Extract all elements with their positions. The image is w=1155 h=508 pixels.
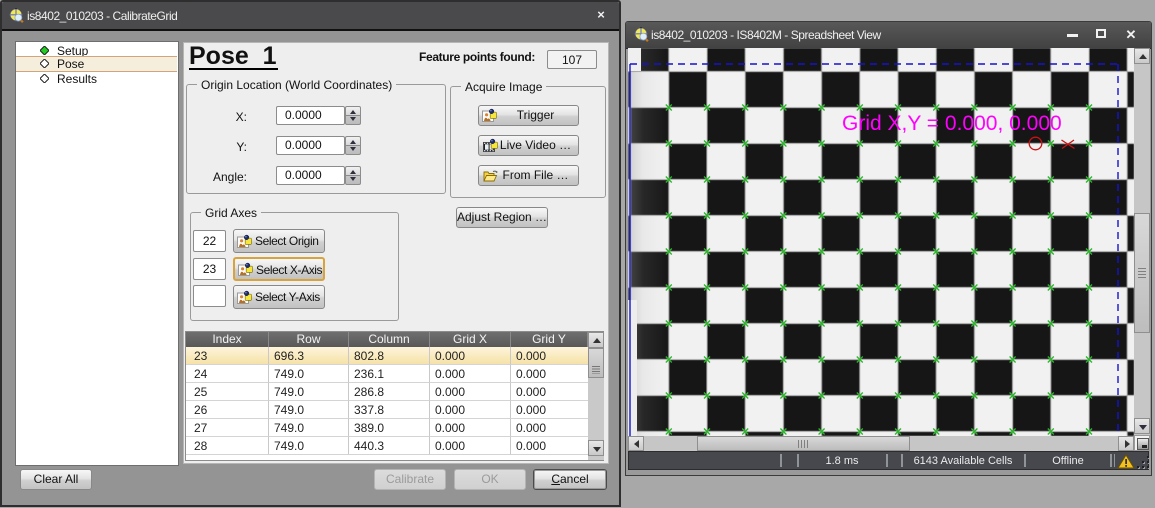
- svg-text:Grid X,Y = 0.000, 0.000: Grid X,Y = 0.000, 0.000: [842, 112, 1062, 135]
